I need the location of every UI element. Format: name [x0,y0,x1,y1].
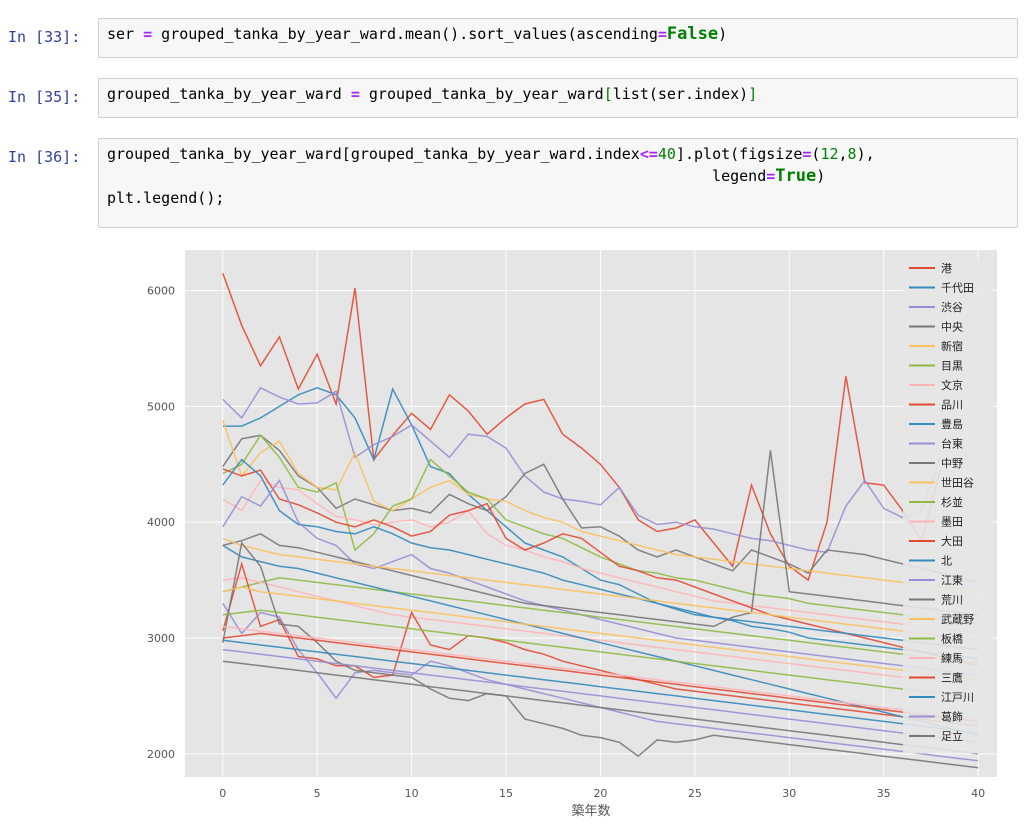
x-tick-label: 15 [499,787,513,800]
code-input[interactable]: grouped_tanka_by_year_ward[grouped_tanka… [98,138,1018,228]
y-tick-label: 5000 [147,400,175,413]
line-chart: 0 5 10 15 20 25 30 35 40 2000 3000 4000 5000 6000 築年数 港… [147,250,997,819]
legend-label: 江東 [941,574,963,587]
x-tick-label: 25 [688,787,702,800]
x-tick-label: 35 [877,787,891,800]
legend-label: 墨田 [941,516,963,529]
code-token: = [766,167,776,185]
plot-area [185,250,997,777]
cell-prompt: In [33]: [8,28,81,46]
code-token: <= [639,145,658,163]
x-tick-label: 10 [405,787,419,800]
legend-label: 台東 [941,437,963,451]
code-token: grouped_tanka_by_year_ward [359,85,604,103]
legend-label: 三鷹 [941,671,963,685]
legend-label: 板橋 [941,632,963,646]
code-token: ) [718,25,728,43]
code-token: grouped_tanka_by_year_ward [107,85,351,103]
legend-label: 杉並 [941,495,963,509]
legend-label: 世田谷 [941,477,974,490]
code-token: grouped_tanka_by_year_ward[grouped_tanka… [107,145,640,163]
legend-label: 大田 [941,534,963,548]
legend-label: 武蔵野 [941,613,974,626]
legend-label: 千代田 [941,282,974,295]
legend-label: 新宿 [941,339,963,353]
legend-label: 豊島 [941,417,963,431]
code-token: = [657,25,667,43]
cell-prompt: In [36]: [8,148,81,166]
code-token: 40 [657,145,676,163]
y-tick-label: 6000 [147,285,175,298]
legend-label: 足立 [941,729,963,743]
legend-label: 荒川 [941,594,963,607]
legend-label: 目黒 [941,360,963,373]
legend-label: 品川 [941,399,963,412]
code-input[interactable]: grouped_tanka_by_year_ward = grouped_tan… [98,78,1018,118]
code-token: True [775,166,817,186]
code-input[interactable]: ser = grouped_tanka_by_year_ward.mean().… [98,18,1018,58]
legend-label: 北 [941,555,952,568]
code-token: , [838,145,848,163]
y-tick-label: 4000 [147,516,175,529]
legend-label: 江戸川 [941,691,974,704]
code-token: ].plot(figsize [675,145,803,163]
legend-label: 渋谷 [941,301,963,314]
x-tick-label: 30 [782,787,796,800]
code-token: ] [748,85,758,103]
code-token: False [666,24,719,44]
x-tick-label: 5 [314,787,321,800]
legend-label: 中央 [941,321,963,334]
code-token: = [350,85,360,103]
x-tick-label: 40 [971,787,985,800]
code-token: [ [603,85,613,103]
code-token: grouped_tanka_by_year_ward.mean().sort_v… [152,25,658,43]
legend-label: 葛飾 [941,711,963,724]
y-tick-label: 3000 [147,632,175,645]
code-token: ser [107,25,144,43]
y-tick-label: 2000 [147,748,175,761]
x-tick-label: 0 [219,787,226,800]
legend-label: 文京 [941,378,963,392]
x-axis-label: 築年数 [571,804,610,819]
code-token: 8 [847,145,857,163]
code-token: = [143,25,153,43]
legend-label: 港 [941,262,952,275]
code-token: list(ser.index) [612,85,749,103]
legend-label: 練馬 [941,651,963,665]
x-tick-label: 20 [593,787,607,800]
legend-label: 中野 [941,457,963,470]
cell-prompt: In [35]: [8,88,81,106]
code-token: 12 [820,145,839,163]
